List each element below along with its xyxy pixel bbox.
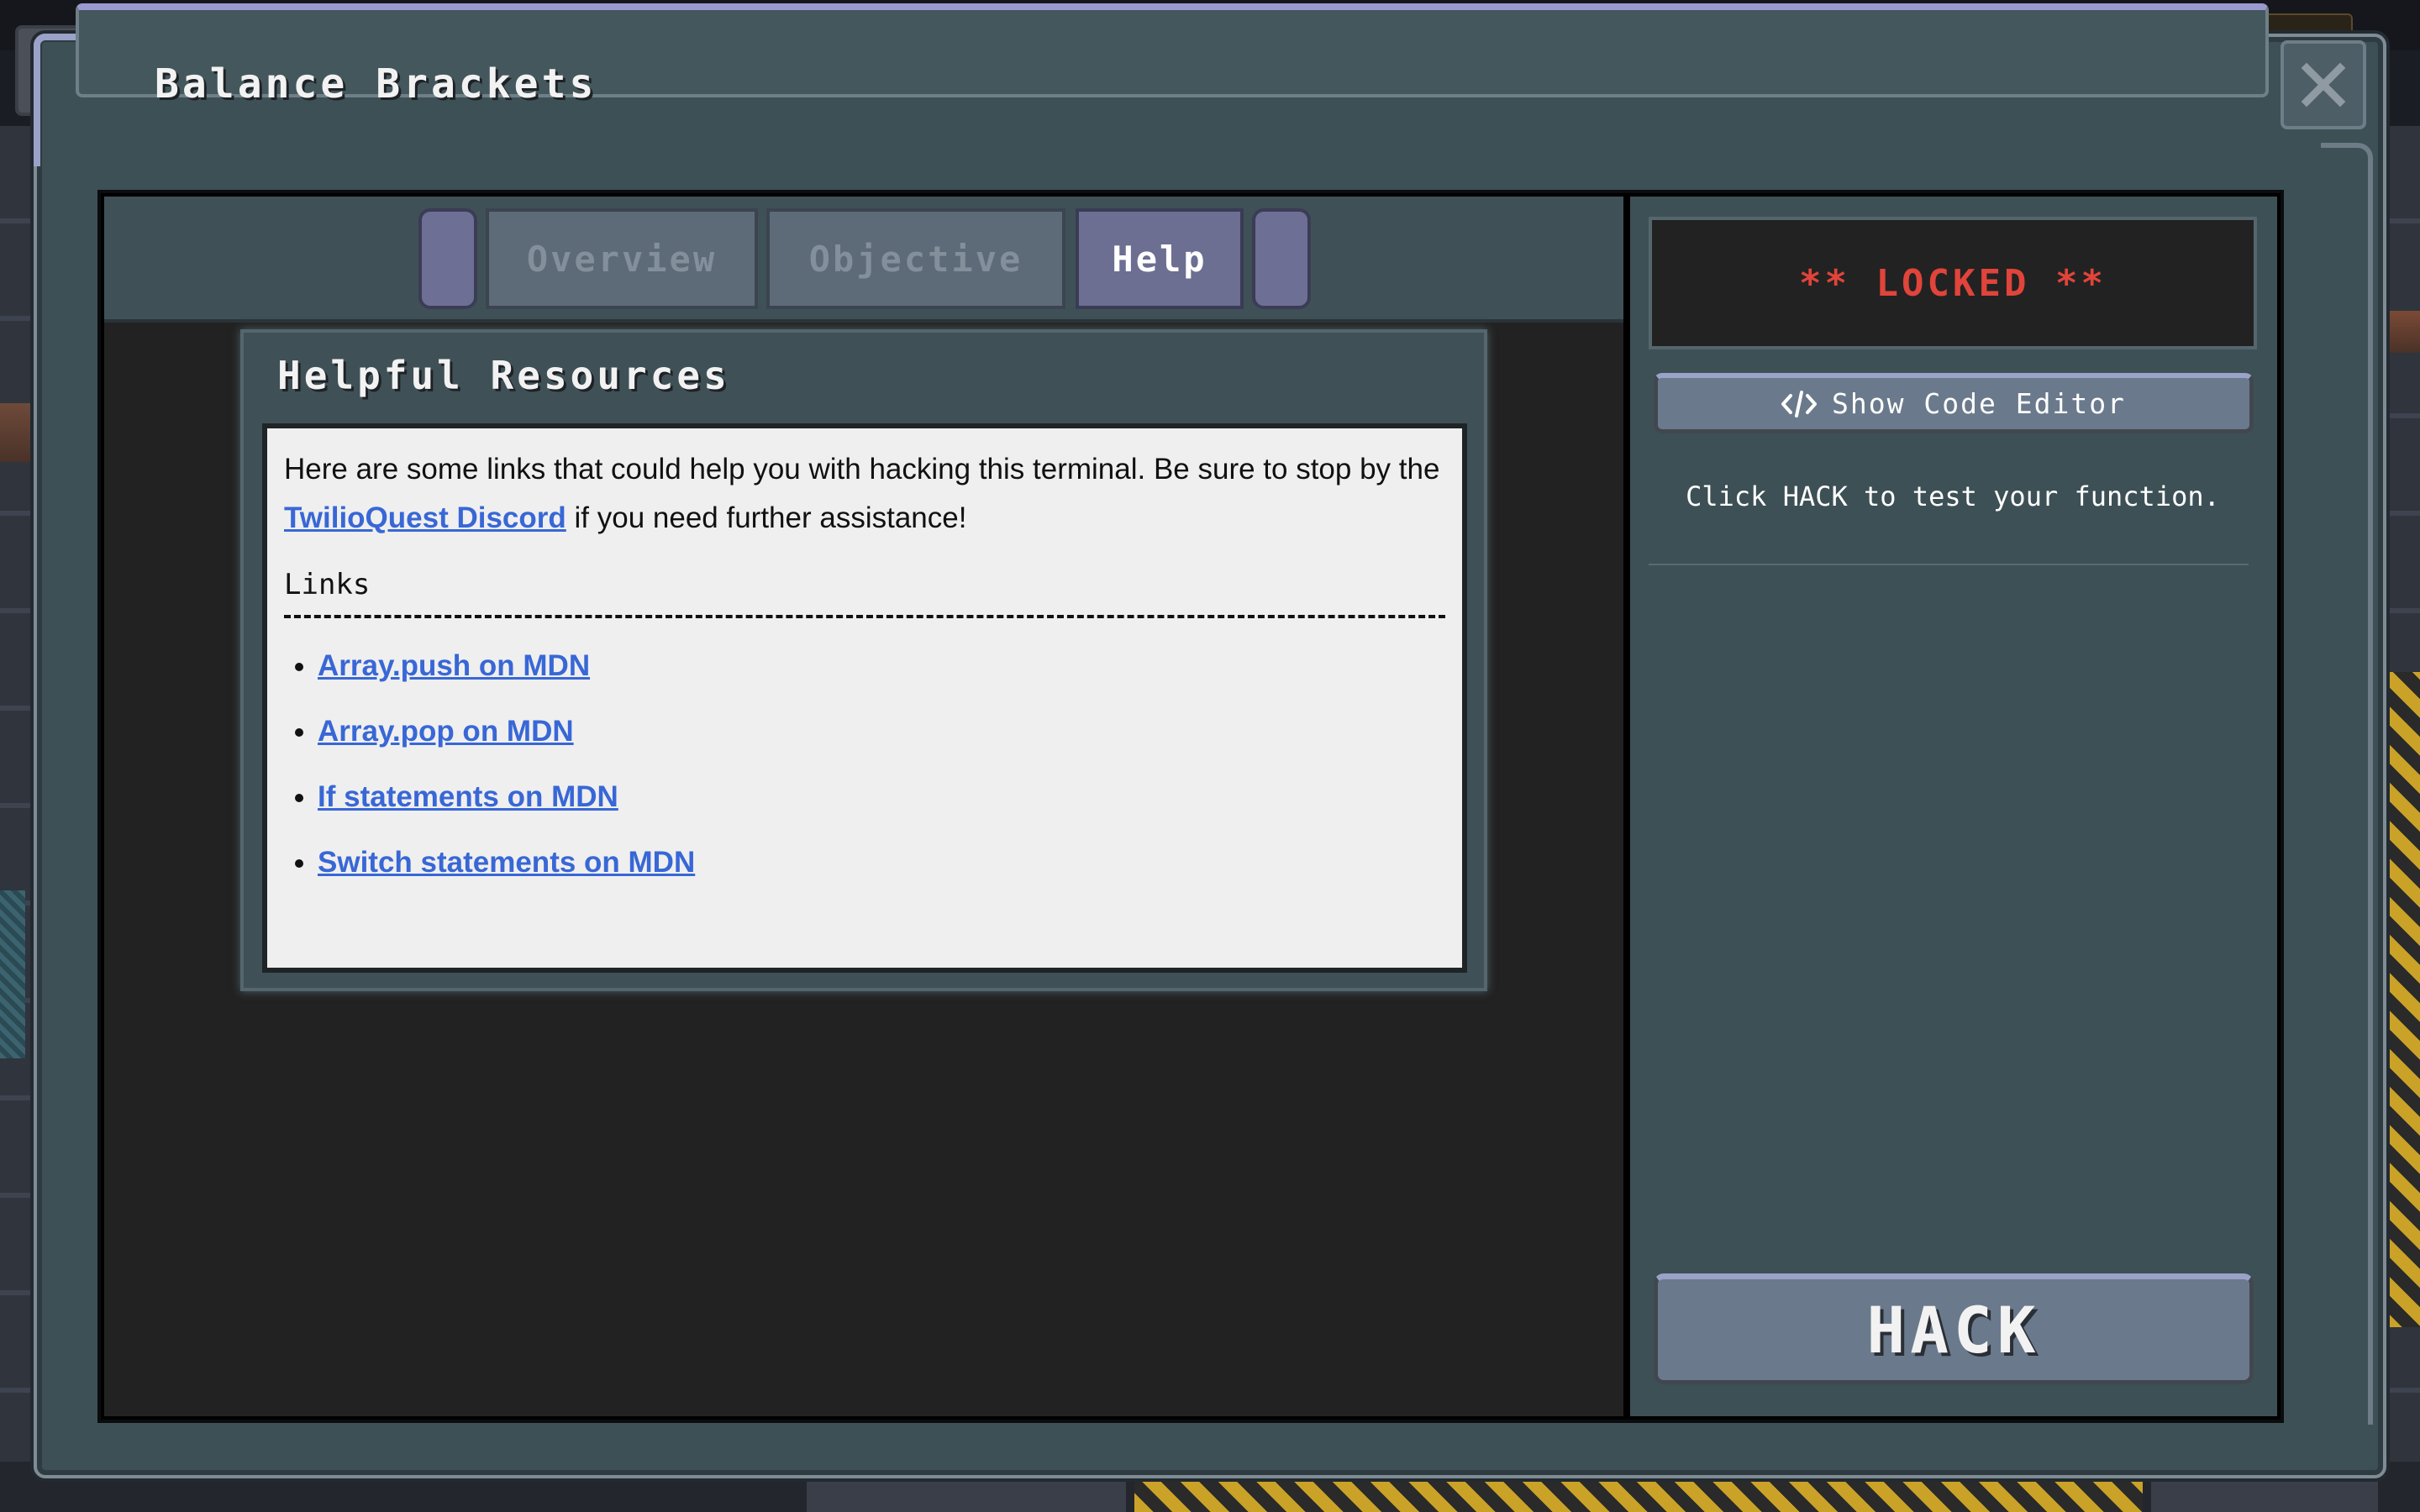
floor-panel	[807, 1477, 1126, 1512]
hazard-stripes	[2383, 672, 2420, 1327]
hack-button[interactable]: HACK	[1654, 1273, 2254, 1384]
show-code-editor-button[interactable]: Show Code Editor	[1654, 373, 2254, 433]
help-intro-text-end: if you need further assistance!	[566, 501, 967, 534]
help-heading: Helpful Resources	[277, 353, 730, 398]
resource-links: Array.push on MDN Array.pop on MDN If st…	[284, 633, 1445, 895]
code-editor-label: Show Code Editor	[1832, 387, 2126, 420]
code-icon	[1781, 390, 1818, 417]
close-button[interactable]	[2281, 40, 2366, 129]
list-item: Switch statements on MDN	[318, 830, 1445, 895]
tab-overview[interactable]: Overview	[486, 208, 758, 309]
background-wall	[0, 126, 37, 1512]
link-if-statements[interactable]: If statements on MDN	[318, 780, 618, 813]
hazard-stripes	[1134, 1477, 2143, 1512]
help-intro-text: Here are some links that could help you …	[284, 453, 1440, 486]
help-intro: Here are some links that could help you …	[284, 445, 1445, 543]
link-switch-statements[interactable]: Switch statements on MDN	[318, 846, 695, 879]
list-item: If statements on MDN	[318, 764, 1445, 830]
discord-link[interactable]: TwilioQuest Discord	[284, 501, 566, 534]
lock-status: ** LOCKED **	[1649, 217, 2257, 349]
tab-help[interactable]: Help	[1076, 208, 1244, 309]
tab-scroll-right[interactable]	[1252, 208, 1311, 309]
background-pipe	[0, 403, 37, 462]
list-item: Array.push on MDN	[318, 633, 1445, 699]
floor-panel	[2151, 1477, 2378, 1512]
frame-decoration	[2321, 143, 2373, 1425]
close-icon	[2301, 62, 2346, 108]
tab-scroll-left[interactable]	[418, 208, 477, 309]
link-array-pop[interactable]: Array.pop on MDN	[318, 715, 574, 748]
links-divider	[284, 615, 1445, 618]
links-heading: Links	[284, 568, 371, 601]
hack-hint: Click HACK to test your function.	[1686, 480, 2220, 512]
modal-title: Balance Brackets	[155, 60, 597, 108]
link-array-push[interactable]: Array.push on MDN	[318, 649, 590, 682]
divider	[1649, 564, 2249, 565]
help-body: Here are some links that could help you …	[262, 423, 1467, 973]
background-grate	[0, 890, 25, 1058]
tab-objective[interactable]: Objective	[766, 208, 1065, 309]
list-item: Array.pop on MDN	[318, 699, 1445, 764]
